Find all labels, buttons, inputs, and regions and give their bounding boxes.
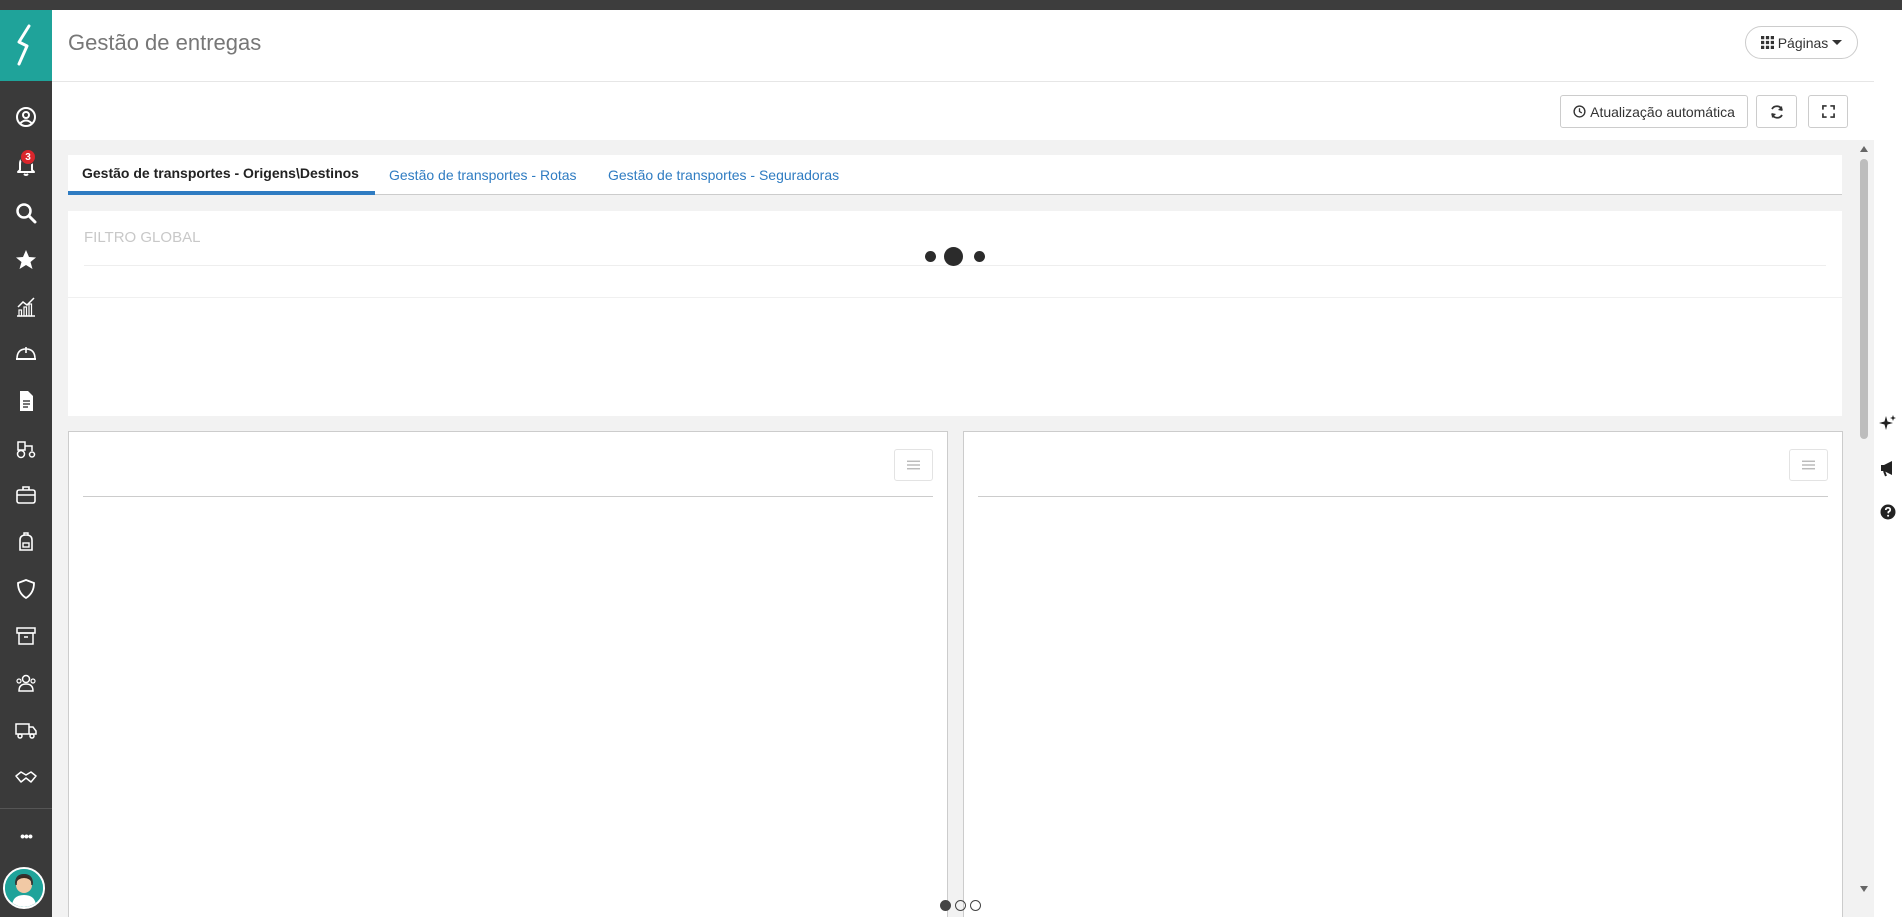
widget-divider [978,496,1828,497]
user-avatar[interactable] [3,867,45,909]
expand-icon [1821,105,1835,118]
pages-dropdown-button[interactable]: Páginas [1745,26,1858,59]
tab-origens-destinos[interactable]: Gestão de transportes - Origens\Destinos [68,155,375,195]
logo-icon [17,24,31,65]
profile-icon[interactable] [0,97,52,137]
fullscreen-button[interactable] [1808,95,1848,128]
vertical-scrollbar[interactable] [1857,143,1871,897]
dashboard-toolbar: Atualização automática [52,82,1874,140]
loading-dot-center [944,247,963,266]
sidebar-divider [0,808,52,809]
help-icon[interactable] [1878,502,1898,522]
tab-seguradoras[interactable]: Gestão de transportes - Seguradoras [594,155,853,195]
global-filter-title: FILTRO GLOBAL [84,229,201,246]
auto-refresh-label: Atualização automática [1590,103,1735,120]
handshake-icon[interactable] [0,757,52,797]
page-dot-2[interactable] [955,899,966,911]
people-icon[interactable] [0,663,52,703]
analytics-chart-icon[interactable] [0,287,52,327]
widget-menu-button[interactable] [1789,449,1828,481]
app-logo[interactable] [0,10,52,81]
page-indicator [940,898,990,912]
pages-label: Páginas [1777,34,1829,51]
page-title: Gestão de entregas [68,30,262,55]
truck-icon[interactable] [0,710,52,750]
tab-rotas[interactable]: Gestão de transportes - Rotas [375,155,591,195]
shield-icon[interactable] [0,569,52,609]
notification-badge: 3 [20,149,36,165]
widget-panel-left [68,431,948,917]
briefcase-icon[interactable] [0,475,52,515]
filter-divider [68,297,1842,298]
auto-refresh-button[interactable]: Atualização automática [1560,95,1748,128]
loading-dot-right [974,251,985,262]
backpack-icon[interactable] [0,522,52,562]
widget-panel-right [963,431,1843,917]
tractor-icon[interactable] [0,428,52,468]
announcement-icon[interactable] [1878,458,1898,478]
loading-dot-left [925,251,936,262]
favorites-star-icon[interactable] [0,240,52,280]
hamburger-icon [907,460,920,470]
box-icon[interactable] [0,616,52,656]
page-dot-3[interactable] [970,899,981,911]
widget-menu-button[interactable] [894,449,933,481]
more-options-icon[interactable]: ••• [0,816,52,856]
scroll-down-arrow-icon[interactable] [1860,886,1868,892]
scroll-up-arrow-icon[interactable] [1860,146,1868,152]
search-icon[interactable] [0,193,52,233]
global-filter-panel: FILTRO GLOBAL [68,211,1842,416]
widget-divider [83,496,933,497]
right-rail [1874,10,1902,917]
page-header: Gestão de entregas Páginas [52,10,1874,82]
grid-icon [1760,36,1774,49]
page-dot-1[interactable] [940,899,951,911]
notifications-icon[interactable]: 3 [0,145,52,185]
ai-sparkle-icon[interactable] [1878,413,1898,433]
refresh-icon [1770,104,1783,119]
window-top-bar [0,0,1902,10]
dashboard-tabs: Gestão de transportes - Origens\Destinos… [68,155,1842,195]
clock-icon [1573,105,1586,118]
caret-down-icon [1832,39,1843,45]
refresh-button[interactable] [1756,95,1797,128]
hard-hat-icon[interactable] [0,334,52,374]
hamburger-icon [1802,460,1815,470]
scroll-thumb[interactable] [1860,159,1868,439]
document-icon[interactable] [0,381,52,421]
sidebar: 3 ••• [0,10,52,917]
